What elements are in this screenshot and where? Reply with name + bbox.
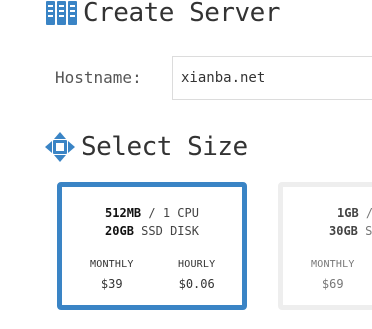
hostname-input[interactable]: [172, 56, 372, 100]
plan-spec-line-1: 512MB / 1 CPU: [62, 206, 242, 220]
plan-disk-type: SSD DISK: [141, 224, 199, 238]
select-size-header: Select Size: [45, 129, 248, 165]
plan-cpu: /: [366, 206, 372, 220]
server-icon: [46, 1, 77, 25]
plan-card-1gb[interactable]: 1GB / 30GB S MONTHLY $69: [278, 182, 372, 310]
monthly-label: MONTHLY: [311, 259, 355, 270]
plan-cpu: / 1 CPU: [148, 206, 199, 220]
monthly-price: $39: [100, 277, 123, 291]
plan-spec-line-1: 1GB /: [337, 206, 372, 220]
plan-memory: 512MB: [105, 206, 142, 220]
plan-disk: 30GB: [329, 224, 358, 238]
hostname-label: Hostname:: [55, 68, 142, 87]
plan-memory: 1GB: [337, 206, 359, 220]
move-arrows-icon: [45, 132, 75, 162]
hourly-price: $0.06: [178, 277, 215, 291]
hourly-price-column: HOURLY $0.06: [178, 259, 215, 291]
plan-disk-type: S: [365, 224, 372, 238]
monthly-price: $69: [321, 277, 344, 291]
monthly-price-column: MONTHLY $39: [90, 259, 134, 291]
monthly-price-column: MONTHLY $69: [311, 259, 355, 291]
plan-card-512mb[interactable]: 512MB / 1 CPU 20GB SSD DISK MONTHLY $39 …: [57, 182, 247, 310]
create-server-page: Create Server Hostname: Select Size 512M…: [0, 0, 372, 329]
hourly-label: HOURLY: [178, 259, 216, 270]
plan-spec-line-2: 30GB S: [329, 224, 372, 238]
create-server-title: Create Server: [83, 0, 281, 28]
plan-spec-line-2: 20GB SSD DISK: [62, 224, 242, 238]
create-server-header: Create Server: [46, 0, 281, 30]
select-size-title: Select Size: [81, 132, 248, 162]
plan-disk: 20GB: [105, 224, 134, 238]
monthly-label: MONTHLY: [90, 259, 134, 270]
